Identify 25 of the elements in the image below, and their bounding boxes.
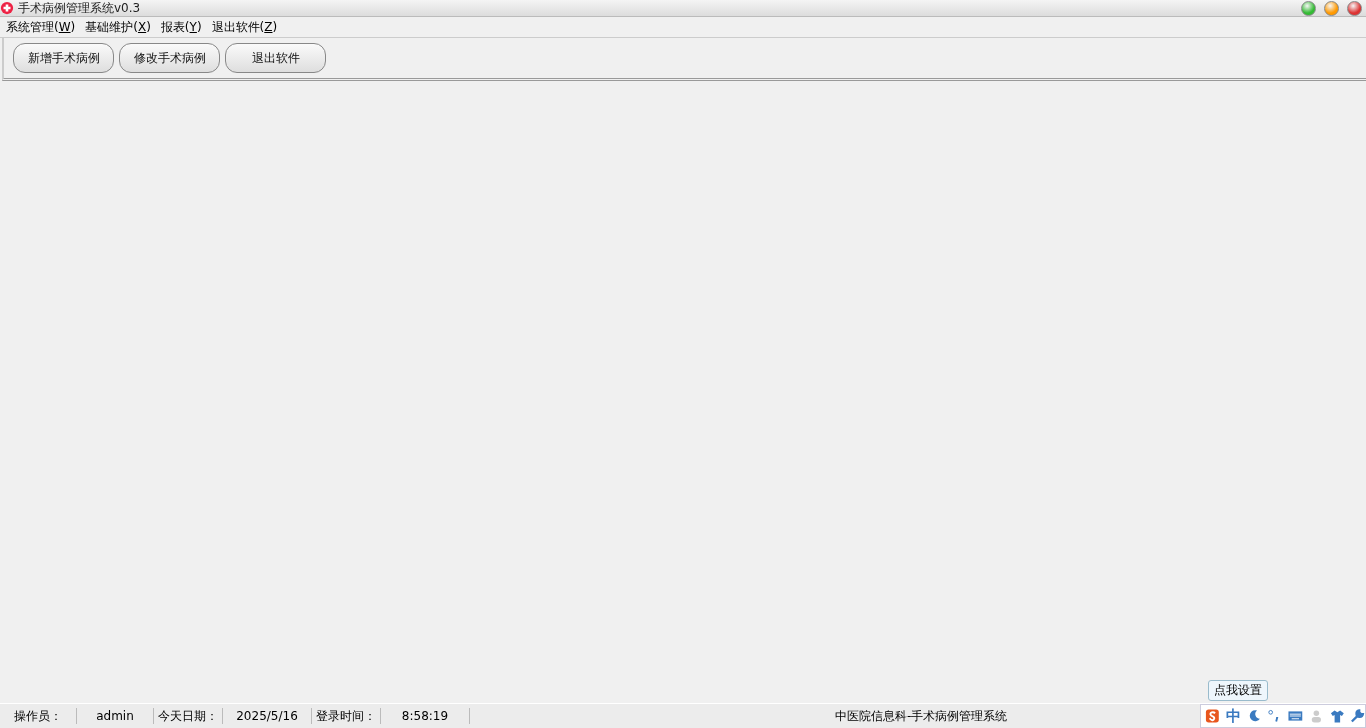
wrench-icon[interactable] (1350, 708, 1366, 724)
maximize-button[interactable] (1324, 0, 1339, 16)
window-title: 手术病例管理系统v0.3 (18, 0, 142, 17)
status-text: 8:58:19 (381, 708, 470, 724)
shirt-icon[interactable] (1329, 708, 1345, 724)
input-mode-toggle[interactable]: 中 (1225, 706, 1241, 726)
menu-item[interactable]: 退出软件(Z) (211, 18, 278, 36)
s-logo-icon[interactable] (1205, 708, 1220, 724)
tooltip: 点我设置 (1208, 680, 1268, 701)
minimize-button[interactable] (1301, 0, 1316, 16)
menu-item[interactable]: 系统管理(W) (6, 18, 76, 36)
status-text: 今天日期： (154, 708, 223, 724)
status-text: 操作员： (0, 708, 77, 724)
toolbar-button[interactable]: 新增手术病例 (13, 43, 114, 73)
status-text: admin (77, 708, 154, 724)
status-text: 登录时间： (312, 708, 381, 724)
cross-icon (0, 1, 14, 15)
toolbar-button[interactable]: 修改手术病例 (119, 43, 220, 73)
menu-item[interactable]: 报表(Y) (160, 18, 202, 36)
menu-item[interactable]: 基础维护(X) (85, 18, 151, 36)
status-text: 中医院信息科-手术病例管理系统 (835, 707, 1008, 725)
close-button[interactable] (1347, 0, 1362, 16)
toolbar-button[interactable]: 退出软件 (225, 43, 326, 73)
status-text: 2025/5/16 (223, 708, 312, 724)
keyboard-icon[interactable] (1288, 708, 1303, 724)
